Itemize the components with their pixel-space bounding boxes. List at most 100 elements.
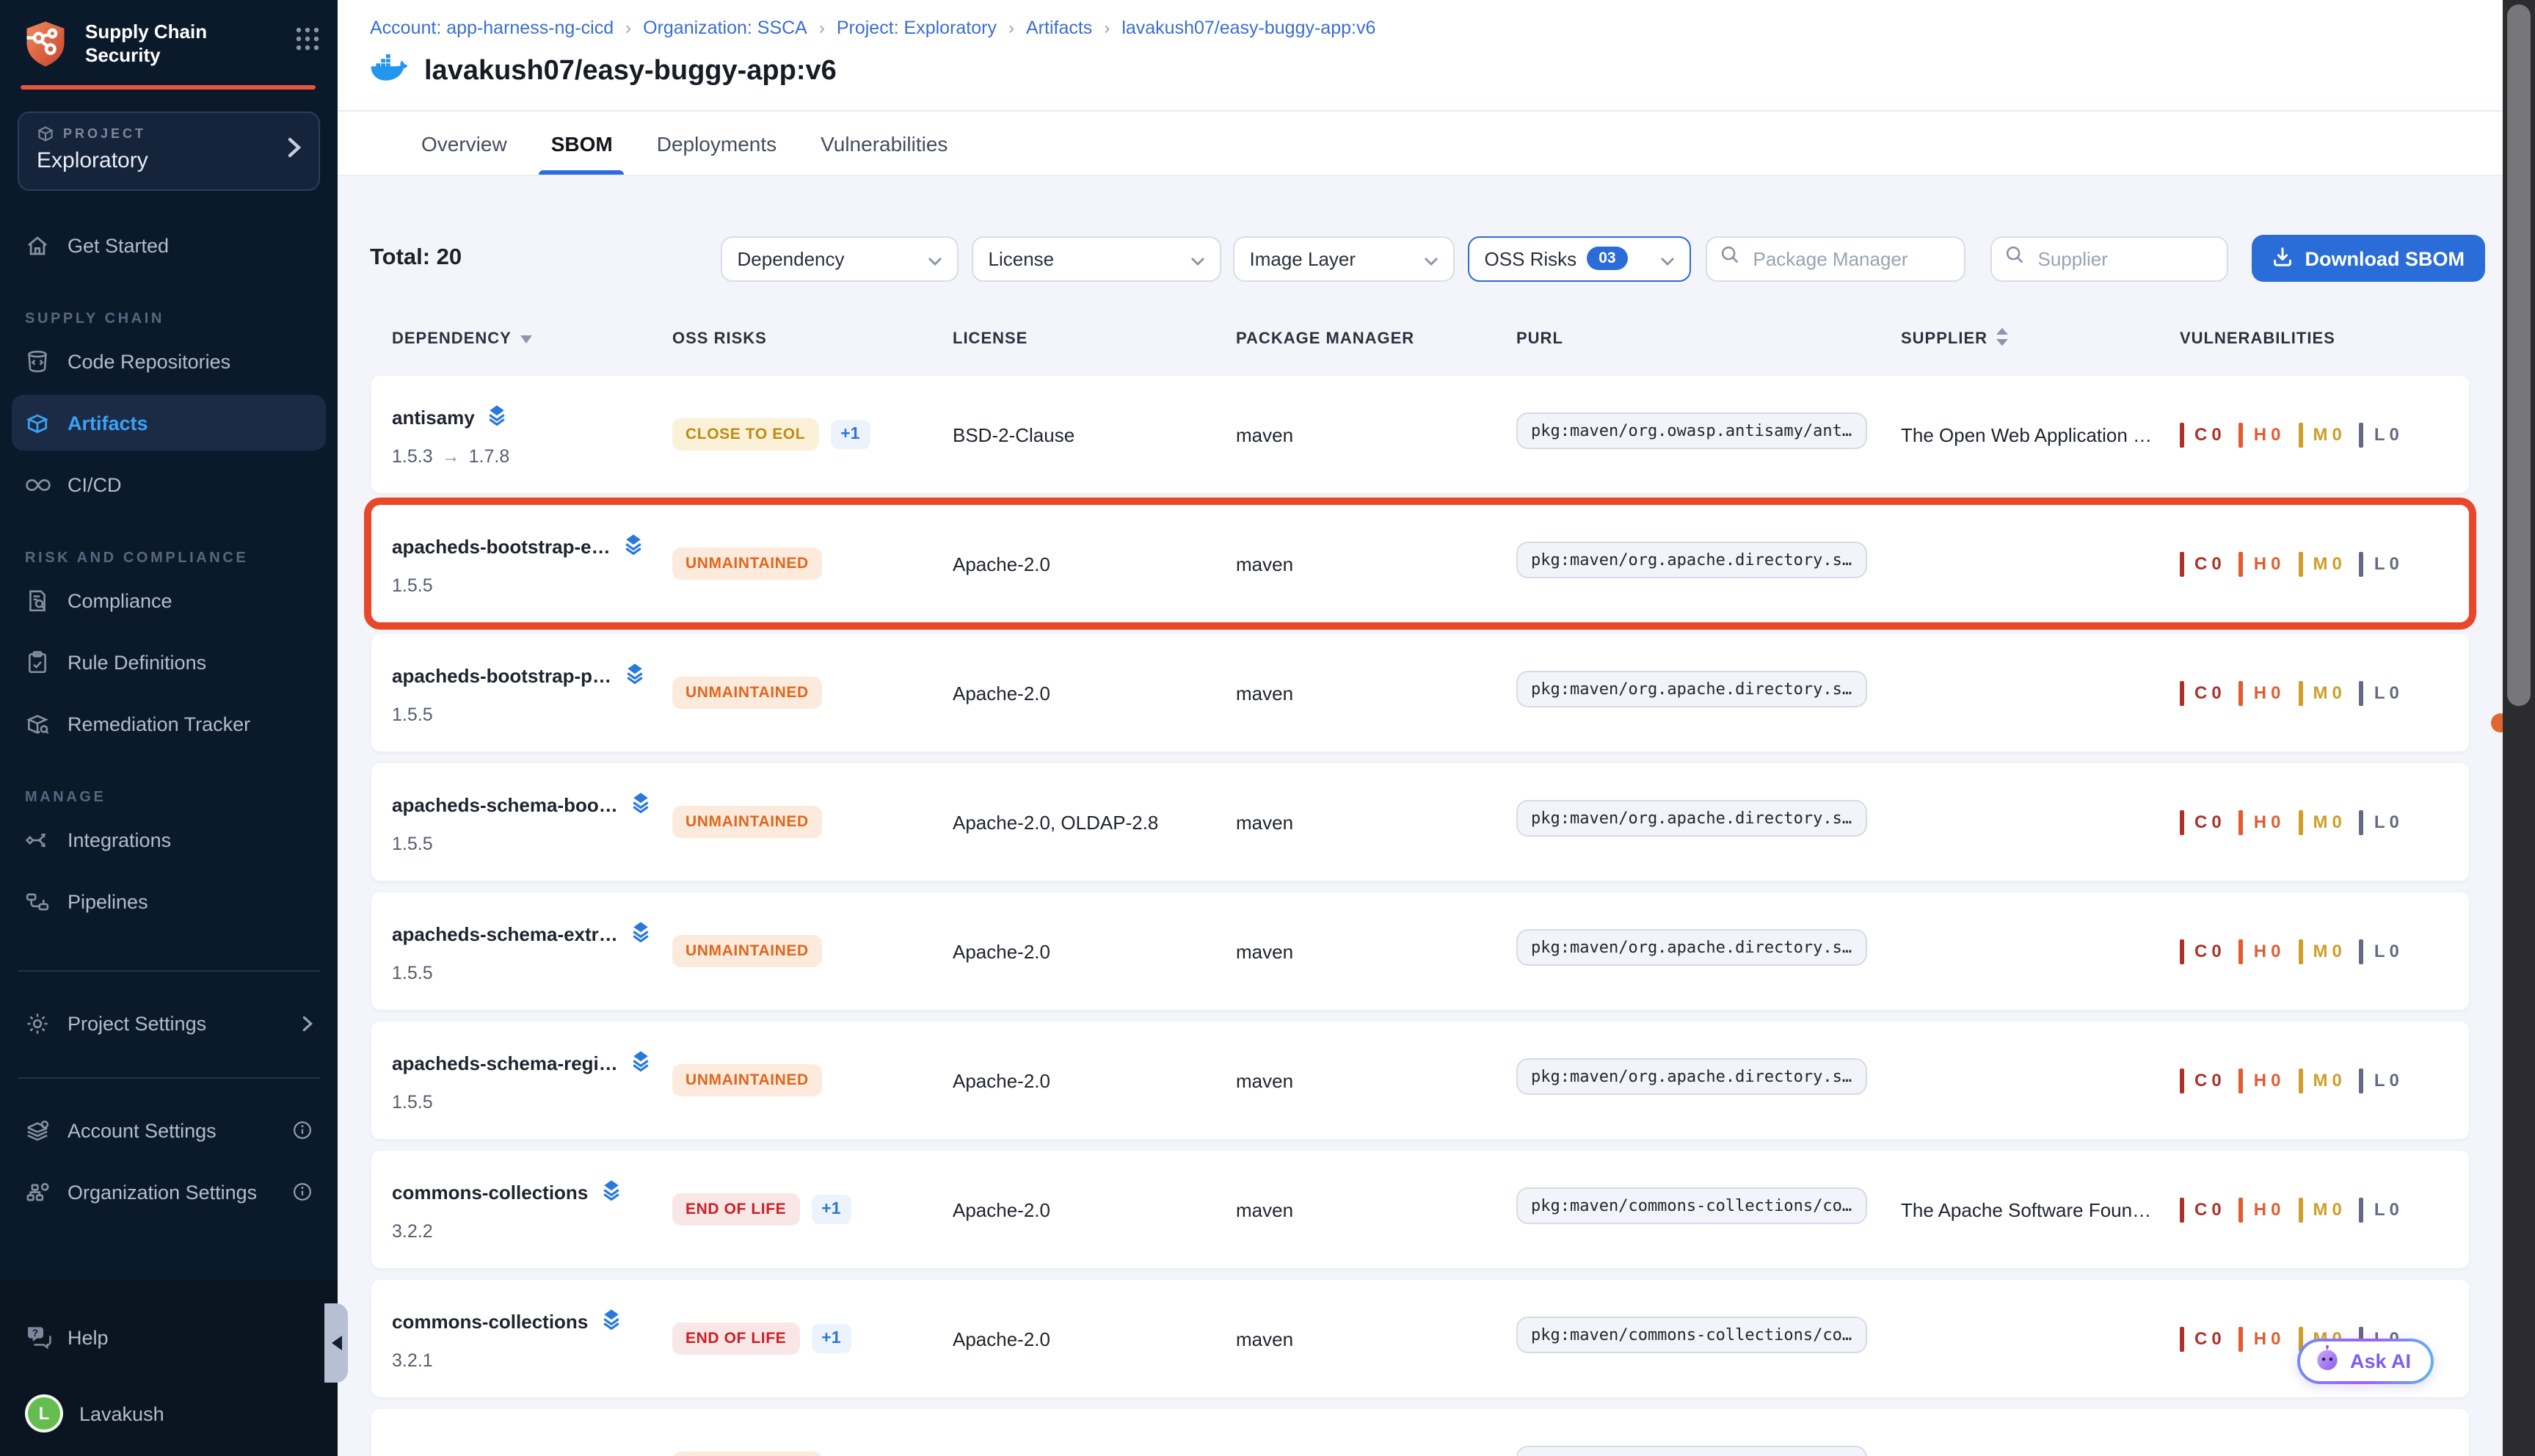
- table-row[interactable]: apacheds-bootstrap-e… 1.5.5 UNMAINT: [371, 505, 2469, 622]
- purl-pill[interactable]: pkg:maven/org.apache.directory.s…: [1516, 929, 1866, 966]
- purl-pill[interactable]: pkg:maven/commons-configuration/…: [1516, 1446, 1866, 1456]
- vuln-count-low: L0: [2360, 1068, 2399, 1093]
- breadcrumb-separator: ›: [819, 18, 825, 38]
- image-layer-filter-select[interactable]: Image Layer: [1234, 236, 1455, 281]
- purl-pill[interactable]: pkg:maven/org.apache.directory.s…: [1516, 800, 1866, 837]
- license-cell: Apache-2.0, OLDAP-2.8: [953, 811, 1236, 833]
- breadcrumb-current[interactable]: lavakush07/easy-buggy-app:v6: [1121, 18, 1375, 38]
- table-row[interactable]: apacheds-bootstrap-p… 1.5.5 UNMAINT: [371, 634, 2469, 751]
- info-icon[interactable]: [292, 1182, 313, 1202]
- sidebar-item-label: Pipelines: [68, 890, 148, 912]
- tab-deployments[interactable]: Deployments: [657, 112, 776, 175]
- sidebar-item-label: Rule Definitions: [68, 651, 206, 673]
- sidebar-item-artifacts[interactable]: Artifacts: [12, 395, 326, 451]
- sidebar-item-project-settings[interactable]: Project Settings: [12, 995, 326, 1051]
- vuln-count-critical: C0: [2180, 809, 2222, 834]
- filter-count-badge: 03: [1587, 247, 1627, 270]
- purl-pill[interactable]: pkg:maven/org.apache.directory.s…: [1516, 671, 1866, 707]
- layers-icon: [630, 920, 652, 947]
- home-icon: [25, 232, 51, 258]
- scrollbar-thumb[interactable]: [2507, 4, 2531, 706]
- tab-overview[interactable]: Overview: [421, 112, 507, 175]
- sidebar-item-organization-settings[interactable]: Organization Settings: [12, 1164, 326, 1220]
- sidebar-item-code-repositories[interactable]: Code Repositories: [12, 333, 326, 389]
- sidebar-item-rule-definitions[interactable]: Rule Definitions: [12, 634, 326, 690]
- filter-label: License: [989, 247, 1055, 269]
- sidebar-item-label: Organization Settings: [68, 1181, 257, 1203]
- purl-cell: pkg:maven/org.apache.directory.s…: [1516, 1058, 1901, 1102]
- purl-pill[interactable]: pkg:maven/org.owasp.antisamy/ant…: [1516, 412, 1866, 449]
- column-oss-risks: OSS RISKS: [672, 330, 953, 348]
- supplier-input[interactable]: [2035, 246, 2214, 271]
- project-label: PROJECT: [63, 126, 146, 141]
- column-supplier[interactable]: SUPPLIER: [1901, 327, 2180, 351]
- page-header: Account: app-harness-ng-cicd › Organizat…: [338, 0, 2503, 112]
- oss-risk-badge: UNMAINTAINED: [672, 547, 822, 580]
- project-name: Exploratory: [37, 148, 301, 173]
- table-row[interactable]: apacheds-schema-extr… 1.5.5 UNMAINT: [371, 892, 2469, 1010]
- sidebar-item-remediation-tracker[interactable]: Remediation Tracker: [12, 696, 326, 751]
- layers-icon: [600, 1178, 622, 1206]
- oss-risk-more-badge[interactable]: +1: [830, 420, 870, 449]
- clipboard-check-icon: [25, 649, 51, 675]
- package-manager-cell: maven: [1236, 1328, 1516, 1350]
- vuln-count-medium: M0: [2298, 939, 2341, 964]
- vuln-count-low: L0: [2360, 422, 2399, 447]
- vuln-count-high: H0: [2239, 939, 2281, 964]
- oss-risks-filter-select[interactable]: OSS Risks 03: [1469, 236, 1692, 281]
- purl-pill[interactable]: pkg:maven/org.apache.directory.s…: [1516, 1058, 1866, 1095]
- info-icon[interactable]: [292, 1120, 313, 1140]
- oss-risk-badge: END OF LIFE: [672, 1193, 799, 1226]
- sidebar-collapse-handle[interactable]: [324, 1303, 348, 1383]
- breadcrumb-project[interactable]: Project: Exploratory: [837, 18, 997, 38]
- sidebar-item-account-settings[interactable]: Account Settings: [12, 1102, 326, 1158]
- search-icon: [2006, 245, 2025, 272]
- package-manager-cell: maven: [1236, 682, 1516, 704]
- table-row[interactable]: antisamy 1.5.3 → 1.7.8 CLOSE TO EOL+1: [371, 376, 2469, 493]
- project-selector[interactable]: PROJECT Exploratory: [18, 112, 320, 191]
- vuln-count-medium: M0: [2298, 809, 2341, 834]
- sidebar-section-manage: MANAGE: [25, 790, 313, 806]
- breadcrumb-account[interactable]: Account: app-harness-ng-cicd: [370, 18, 614, 38]
- sort-both-icon: [1996, 327, 2008, 351]
- sidebar-user[interactable]: L Lavakush: [12, 1386, 326, 1441]
- sidebar-item-compliance[interactable]: Compliance: [12, 572, 326, 628]
- dependency-filter-select[interactable]: Dependency: [721, 236, 959, 281]
- sidebar-item-pipelines[interactable]: Pipelines: [12, 873, 326, 929]
- integrations-icon: [25, 826, 51, 853]
- vuln-count-high: H0: [2239, 422, 2281, 447]
- tab-sbom[interactable]: SBOM: [551, 112, 613, 175]
- license-filter-select[interactable]: License: [972, 236, 1222, 281]
- scrollbar-track[interactable]: [2503, 0, 2535, 1456]
- table-row[interactable]: commons-collections 3.2.2 END OF LI: [371, 1151, 2469, 1268]
- purl-pill[interactable]: pkg:maven/commons-collections/co…: [1516, 1187, 1866, 1224]
- sidebar-item-cicd[interactable]: CI/CD: [12, 456, 326, 512]
- sidebar-item-get-started[interactable]: Get Started: [12, 217, 326, 273]
- oss-risk-more-badge[interactable]: +1: [811, 1324, 851, 1353]
- sidebar-section-supply-chain: SUPPLY CHAIN: [25, 311, 313, 327]
- dependency-name: apacheds-bootstrap-e…: [392, 535, 611, 557]
- download-sbom-button[interactable]: Download SBOM: [2252, 235, 2486, 282]
- breadcrumb-artifacts[interactable]: Artifacts: [1026, 18, 1092, 38]
- app-title: Supply Chain Security: [85, 18, 207, 66]
- table-row[interactable]: apacheds-schema-boo… 1.5.5 UNMAINTA: [371, 763, 2469, 881]
- sidebar-item-help[interactable]: ? Help: [12, 1309, 326, 1365]
- ask-ai-button[interactable]: Ask AI: [2297, 1339, 2433, 1384]
- package-manager-input[interactable]: [1750, 246, 1952, 271]
- oss-risks-cell: END OF LIFE+1: [672, 1322, 953, 1355]
- dependency-name: apacheds-schema-extr…: [392, 922, 618, 944]
- column-dependency[interactable]: DEPENDENCY: [392, 330, 672, 348]
- vuln-count-low: L0: [2360, 551, 2399, 576]
- sidebar-item-integrations[interactable]: Integrations: [12, 812, 326, 867]
- purl-cell: pkg:maven/org.apache.directory.s…: [1516, 800, 1901, 844]
- table-row[interactable]: commons-configuration UNMAINTAINED: [371, 1409, 2469, 1456]
- breadcrumb-organization[interactable]: Organization: SSCA: [643, 18, 807, 38]
- tab-vulnerabilities[interactable]: Vulnerabilities: [821, 112, 948, 175]
- purl-pill[interactable]: pkg:maven/commons-collections/co…: [1516, 1317, 1866, 1353]
- purl-pill[interactable]: pkg:maven/org.apache.directory.s…: [1516, 542, 1866, 578]
- compliance-document-icon: [25, 587, 51, 614]
- table-row[interactable]: commons-collections 3.2.1 END OF LI: [371, 1280, 2469, 1397]
- module-grid-icon[interactable]: [295, 18, 320, 59]
- table-row[interactable]: apacheds-schema-regi… 1.5.5 UNMAINT: [371, 1022, 2469, 1139]
- oss-risk-more-badge[interactable]: +1: [811, 1195, 851, 1224]
